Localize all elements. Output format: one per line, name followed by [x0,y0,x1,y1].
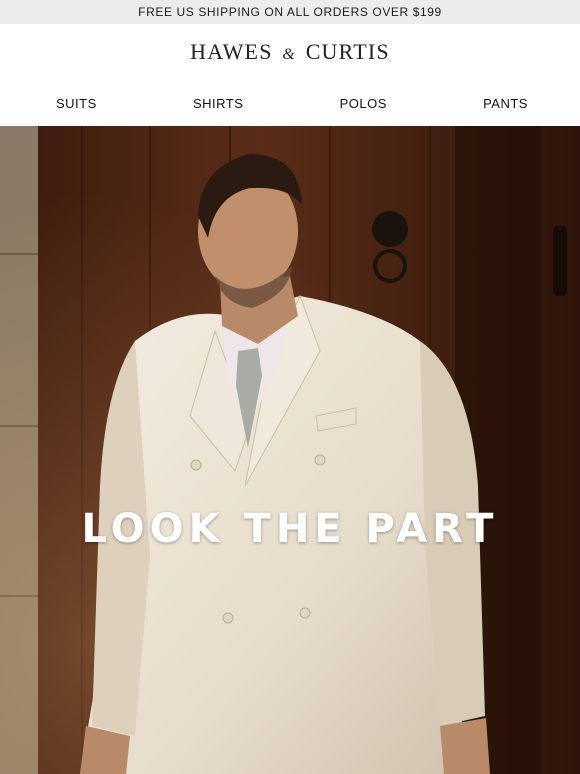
logo-word-1: HAWES [190,39,273,64]
brand-logo[interactable]: HAWES & CURTIS [190,39,390,65]
hero-banner[interactable]: LOOK THE PART [0,126,580,774]
logo-word-2: CURTIS [305,39,390,64]
nav-item-shirts[interactable]: SHIRTS [193,96,243,111]
nav-item-pants[interactable]: PANTS [483,96,528,111]
shipping-banner-text: FREE US SHIPPING ON ALL ORDERS OVER $199 [138,5,442,19]
hero-headline: LOOK THE PART [81,506,499,552]
logo-ampersand: & [282,46,296,63]
header: HAWES & CURTIS [0,24,580,80]
nav-item-polos[interactable]: POLOS [340,96,387,111]
shipping-banner[interactable]: FREE US SHIPPING ON ALL ORDERS OVER $199 [0,0,580,24]
hero-photo [0,126,580,774]
nav-item-suits[interactable]: SUITS [56,96,97,111]
main-nav: SUITS SHIRTS POLOS PANTS [0,80,580,126]
